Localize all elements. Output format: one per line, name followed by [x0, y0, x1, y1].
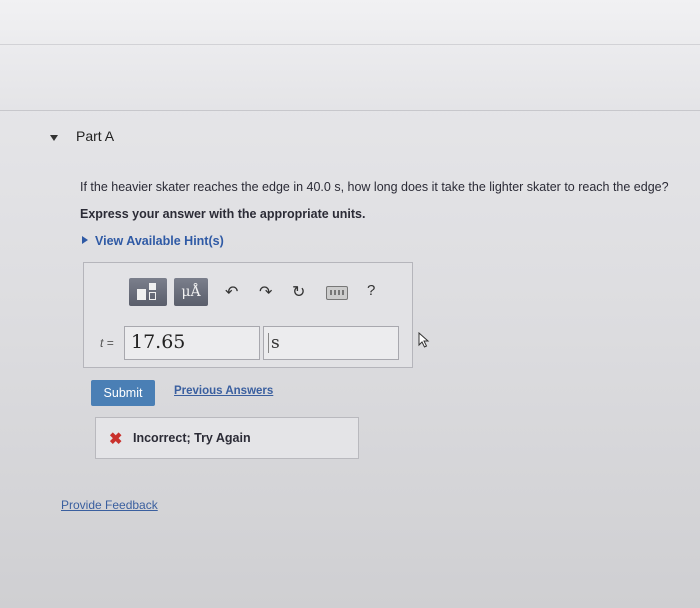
incorrect-x-icon: ✖: [109, 431, 123, 448]
redo-icon[interactable]: ↷: [259, 282, 272, 302]
answer-box: μÅ ↶ ↷ ↻ ? t = 17.65 s: [83, 262, 413, 368]
template-icon: [137, 283, 159, 301]
variable-label: t =: [100, 336, 114, 350]
mouse-cursor-icon: [418, 332, 430, 348]
part-title[interactable]: Part A: [76, 128, 114, 144]
submit-button[interactable]: Submit: [91, 380, 155, 406]
previous-answers-link[interactable]: Previous Answers: [174, 385, 273, 397]
answer-value-input[interactable]: 17.65: [124, 326, 260, 360]
feedback-text: Incorrect; Try Again: [133, 431, 251, 445]
reset-icon[interactable]: ↻: [292, 282, 305, 302]
units-icon: μÅ: [181, 284, 201, 300]
caret-down-icon[interactable]: [50, 135, 58, 141]
provide-feedback-link[interactable]: Provide Feedback: [61, 498, 158, 512]
question-text: If the heavier skater reaches the edge i…: [80, 180, 669, 194]
template-button[interactable]: [129, 278, 167, 306]
undo-icon[interactable]: ↶: [225, 282, 238, 302]
instruction-text: Express your answer with the appropriate…: [80, 207, 366, 221]
answer-unit-input[interactable]: s: [263, 326, 399, 360]
top-divider: [0, 44, 700, 45]
view-hints-label: View Available Hint(s): [95, 234, 224, 248]
view-hints-link[interactable]: View Available Hint(s): [82, 234, 224, 248]
keyboard-icon[interactable]: [326, 286, 348, 300]
caret-right-icon: [82, 236, 88, 244]
top-band: [0, 0, 700, 111]
units-button[interactable]: μÅ: [174, 278, 208, 306]
feedback-box: ✖ Incorrect; Try Again: [95, 417, 359, 459]
answer-unit-text: s: [268, 333, 280, 353]
help-icon[interactable]: ?: [367, 282, 375, 299]
